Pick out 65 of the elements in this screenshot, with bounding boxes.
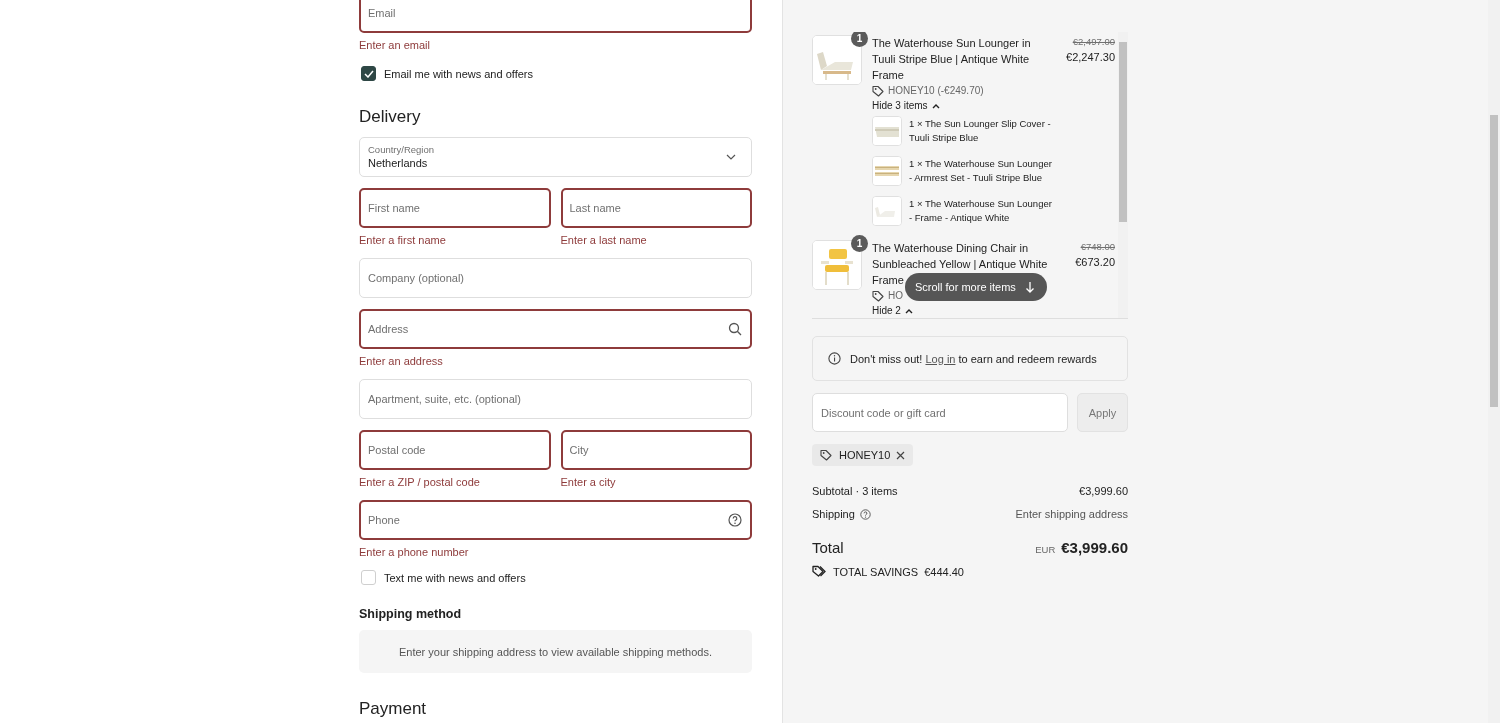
price: €673.20 <box>1075 255 1115 270</box>
discount-code: HONEY10 <box>839 449 891 461</box>
input-field[interactable]: City <box>560 430 752 470</box>
error-message: Enter a phone number <box>359 545 470 559</box>
discount-label: HONEY10 (-€249.70) <box>888 84 984 98</box>
close-icon[interactable] <box>896 450 906 460</box>
price: €2,247.30 <box>1066 50 1115 65</box>
section-heading: Delivery <box>359 106 422 128</box>
caret-up-icon <box>904 307 913 314</box>
summary-value: Enter shipping address <box>1015 508 1128 520</box>
scrollbar[interactable] <box>1118 32 1128 318</box>
help-icon <box>728 513 742 527</box>
currency-code: EUR <box>1035 544 1056 555</box>
info-icon <box>828 352 841 365</box>
original-price: €2,497.00 <box>1072 35 1115 49</box>
product-title[interactable]: The Waterhouse Sun Lounger in Tuuli Stripe Blue | Antique White Frame <box>872 35 1057 83</box>
input-field[interactable]: Postal code <box>359 430 551 470</box>
summary-value: €3,999.60 <box>1079 485 1128 497</box>
checkbox-label: Email me with news and offers <box>384 67 533 80</box>
tag-icon <box>872 289 884 302</box>
component-name: 1 × The Sun Lounger Slip Cover - Tuuli Stripe Blue <box>909 117 1052 145</box>
scrollbar[interactable] <box>1488 0 1500 723</box>
search-icon <box>728 322 742 336</box>
help-icon <box>859 508 871 520</box>
total-label: Total <box>812 539 844 556</box>
login-link[interactable]: Log in <box>925 352 956 365</box>
tag-icon <box>872 84 884 97</box>
error-message: Enter an email <box>359 38 431 52</box>
checkmark-icon <box>363 69 374 78</box>
input-field[interactable]: Last name <box>560 188 752 228</box>
checkbox-label: Text me with news and offers <box>384 571 526 584</box>
scroll-hint-toast[interactable]: Scroll for more items <box>905 273 1047 301</box>
country-select[interactable]: Country/Region Netherlands <box>359 137 752 177</box>
section-heading: Payment <box>359 698 428 720</box>
chevron-down-icon <box>726 154 736 160</box>
input-field[interactable]: First name <box>359 188 551 228</box>
error-message: Enter an address <box>359 354 444 368</box>
summary-label: Subtotal · 3 items <box>812 485 898 497</box>
summary-label: Shipping <box>812 508 855 520</box>
arrow-down-icon <box>1024 281 1035 293</box>
caret-up-icon <box>931 102 940 109</box>
discount-label: HO <box>888 289 903 303</box>
error-message: Enter a last name <box>560 233 648 247</box>
toggle-link[interactable]: Hide 3 items <box>872 98 940 113</box>
component-name: 1 × The Waterhouse Sun Lounger - Frame - Antique White <box>909 197 1053 225</box>
savings-label: TOTAL SAVINGS <box>833 565 919 578</box>
component-name: 1 × The Waterhouse Sun Lounger - Armrest Set - Tuuli Stripe Blue <box>909 157 1053 185</box>
input-field[interactable]: Address <box>359 309 752 349</box>
section-heading: Shipping method <box>359 606 463 623</box>
savings-value: €444.40 <box>924 565 964 578</box>
quantity-badge: 1 <box>851 235 868 252</box>
error-message: Enter a city <box>560 475 617 489</box>
total-price: €3,999.60 <box>1061 539 1128 556</box>
input-field[interactable]: Email <box>359 0 752 33</box>
input-field[interactable]: Phone <box>359 500 752 540</box>
checkbox[interactable] <box>361 66 376 81</box>
original-price: €748.00 <box>1080 240 1115 254</box>
error-message: Enter a ZIP / postal code <box>359 475 481 489</box>
toggle-link[interactable]: Hide 2 <box>872 303 913 318</box>
quantity-badge: 1 <box>851 32 868 47</box>
error-message: Enter a first name <box>359 233 447 247</box>
info-panel: Enter your shipping address to view available shipping methods. <box>359 630 752 673</box>
tags-icon <box>812 565 826 578</box>
tag-icon <box>820 448 833 462</box>
rewards-message: Don't miss out! Log in to earn and redeem rewards <box>850 352 1097 365</box>
